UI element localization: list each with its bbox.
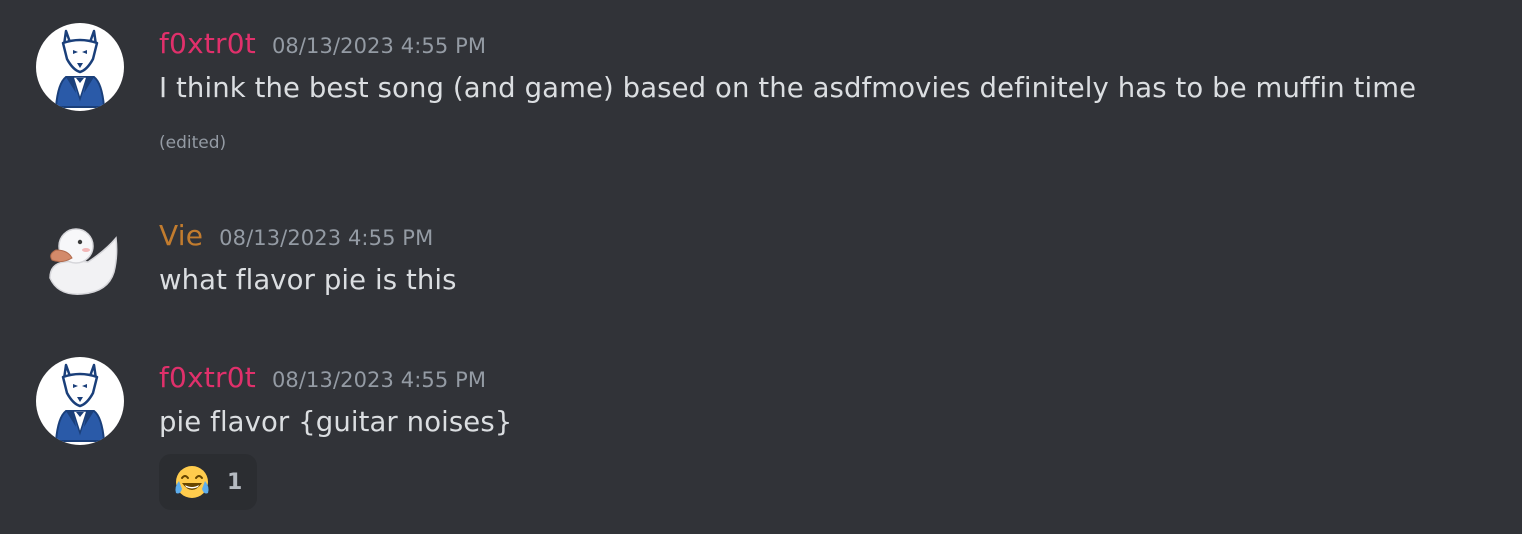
message-content: what flavor pie is this — [159, 264, 457, 296]
message-content: I think the best song (and game) based o… — [159, 72, 1417, 104]
username[interactable]: f0xtr0t — [159, 361, 256, 394]
wolf-in-suit-icon — [54, 363, 106, 442]
username[interactable]: f0xtr0t — [159, 27, 256, 60]
timestamp: 08/13/2023 4:55 PM — [271, 368, 487, 392]
timestamp: 08/13/2023 4:55 PM — [271, 34, 487, 58]
message-header: f0xtr0t 08/13/2023 4:55 PM — [159, 27, 486, 60]
reaction-button[interactable]: 1 — [159, 454, 257, 510]
message-content: pie flavor {guitar noises} — [159, 406, 513, 438]
message-header: f0xtr0t 08/13/2023 4:55 PM — [159, 361, 486, 394]
face-with-tears-of-joy-icon — [175, 466, 209, 498]
reaction-count: 1 — [227, 469, 243, 495]
username[interactable]: Vie — [159, 219, 203, 252]
wolf-in-suit-icon — [54, 29, 106, 108]
avatar[interactable] — [36, 357, 124, 445]
edited-label: (edited) — [159, 133, 227, 153]
avatar[interactable] — [36, 216, 124, 304]
chat-message-list: f0xtr0t 08/13/2023 4:55 PM I think the b… — [0, 0, 1522, 534]
avatar[interactable] — [36, 23, 124, 111]
timestamp: 08/13/2023 4:55 PM — [219, 226, 434, 250]
message-header: Vie 08/13/2023 4:55 PM — [159, 219, 433, 252]
rubber-duck-icon — [49, 228, 118, 295]
